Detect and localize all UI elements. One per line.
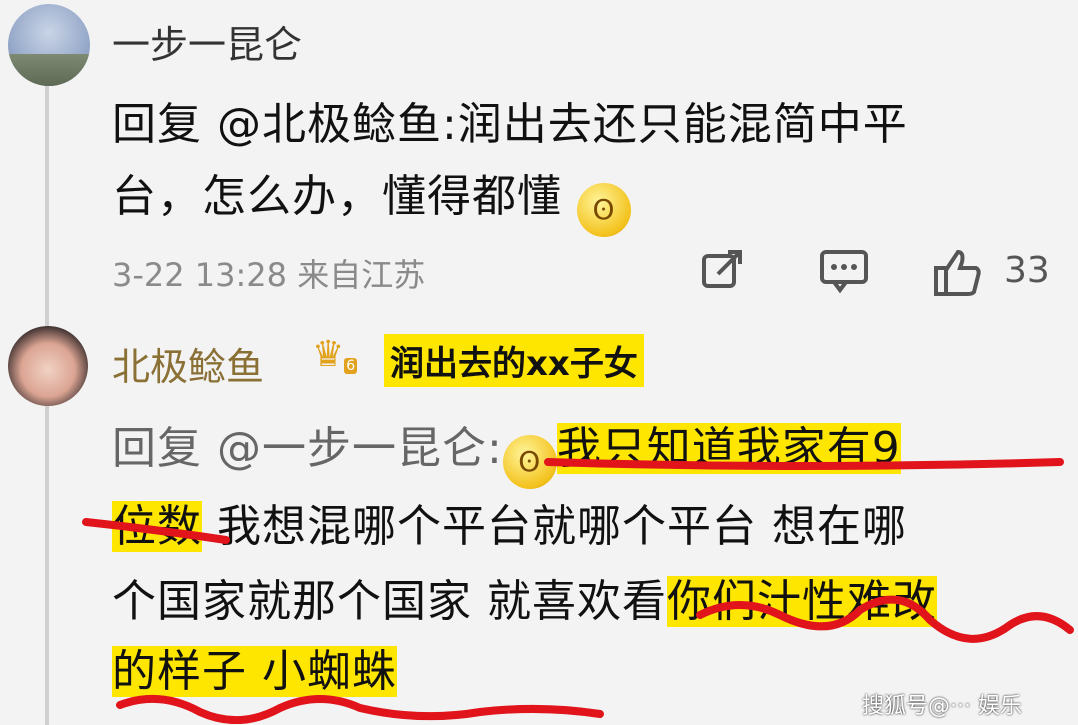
red-annotation-marks (82, 458, 1074, 724)
red-wavy-line (696, 595, 1074, 643)
red-underline (544, 458, 1064, 470)
red-underline (82, 518, 230, 544)
red-wavy-line (116, 694, 604, 724)
watermark: 搜狐号@··· 娱乐 (862, 694, 1022, 719)
